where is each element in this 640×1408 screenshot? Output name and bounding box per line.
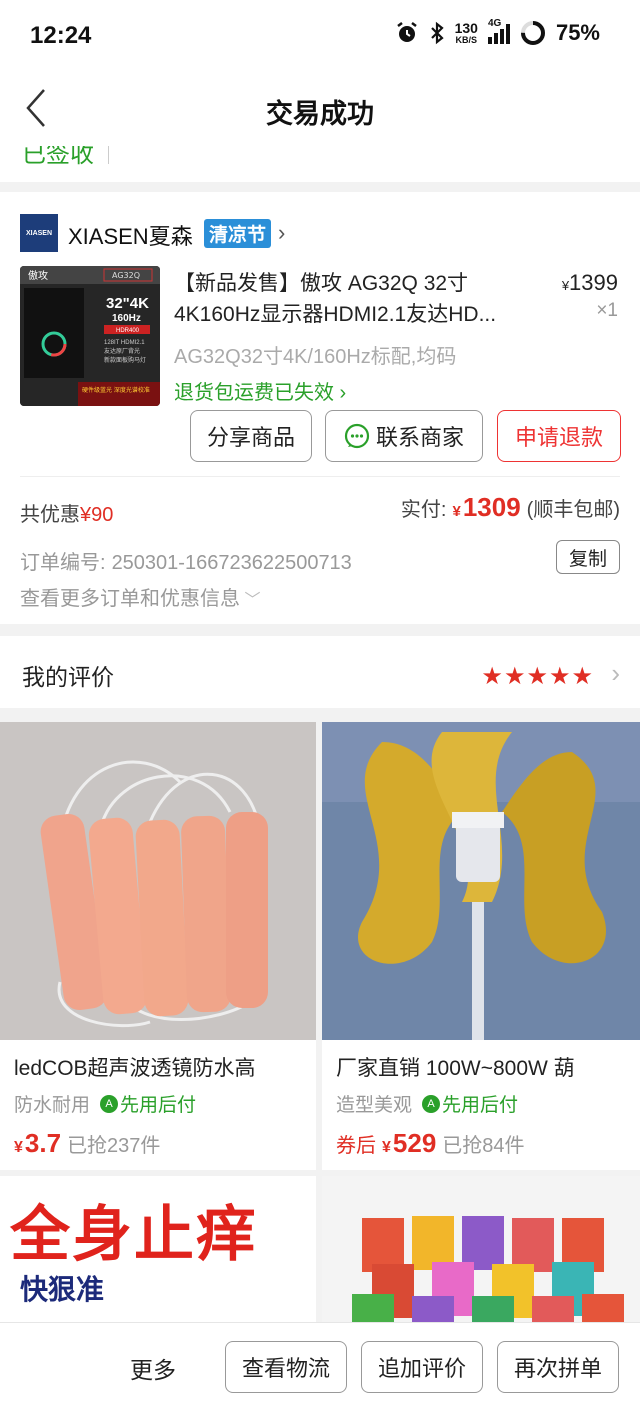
recommend-price: ¥3.7 已抢237件 (14, 1128, 161, 1158)
chat-icon (344, 423, 370, 449)
shop-logo: XIASEN (20, 214, 58, 252)
svg-text:HDR400: HDR400 (116, 328, 140, 334)
order-status-strip: 已签收 (0, 146, 640, 182)
recommend-image (0, 722, 316, 1040)
regroup-button[interactable]: 再次拼单 (497, 1341, 619, 1393)
chevron-right-icon[interactable]: › (278, 220, 285, 246)
recommend-image: 全身止痒 快狠准 (0, 1176, 316, 1322)
promo-subheadline: 快狠准 (20, 1273, 105, 1306)
recommend-image (322, 722, 640, 1040)
battery-ring-icon (520, 21, 545, 45)
network-speed: 130 KB/S (454, 20, 478, 45)
add-review-button[interactable]: 追加评价 (361, 1341, 483, 1393)
bluetooth-icon (430, 21, 444, 45)
share-product-button[interactable]: 分享商品 (190, 410, 312, 462)
contact-seller-button[interactable]: 联系商家 (325, 410, 483, 462)
recommend-card[interactable] (322, 1176, 640, 1322)
shop-name[interactable]: XIASEN夏森 (68, 219, 193, 251)
recommend-title: 厂家直销 100W~800W 葫 (336, 1057, 575, 1080)
more-button[interactable]: 更多 (130, 1351, 176, 1385)
my-review-row[interactable]: 我的评价 ★★★★★ › (0, 636, 640, 708)
product-title[interactable]: 【新品发售】傲攻 AG32Q 32寸4K160Hz显示器HDMI2.1友达HD.… (174, 268, 534, 330)
product-quantity: ×1 (596, 300, 618, 321)
refund-button[interactable]: 申请退款 (497, 410, 621, 462)
return-shipping-note[interactable]: 退货包运费已失效 › (174, 376, 346, 405)
svg-text:傲攻: 傲攻 (28, 269, 48, 282)
nav-bar: 交易成功 (0, 70, 640, 146)
recommend-tags: 防水耐用 A 先用后付 (14, 1094, 197, 1116)
view-logistics-button[interactable]: 查看物流 (225, 1341, 347, 1393)
svg-text:128IT HDMI2.1: 128IT HDMI2.1 (104, 340, 145, 346)
more-order-info-link[interactable]: 查看更多订单和优惠信息 ﹀ (20, 582, 260, 611)
pay-later-icon: A (100, 1094, 119, 1113)
recommend-image (322, 1176, 640, 1322)
chevron-right-icon: › (611, 658, 620, 688)
pay-later-icon: A (422, 1094, 441, 1113)
status-time: 12:24 (30, 22, 92, 49)
recommend-title: ledCOB超声波透镜防水高 (14, 1057, 256, 1080)
divider (108, 146, 109, 164)
recommend-tags: 造型美观 A 先用后付 (336, 1094, 519, 1116)
status-icons: 130 KB/S 4G 75% (395, 18, 600, 46)
monitor-picture: 傲攻 AG32Q 32"4K 160Hz HDR400 128IT HDMI2.… (20, 266, 160, 406)
svg-text:新款面板购马灯: 新款面板购马灯 (104, 356, 146, 364)
shop-promo-badge: 清凉节 (204, 219, 272, 248)
recommend-price: 券后 ¥529 已抢84件 (336, 1128, 525, 1158)
order-status-label: 已签收 (22, 146, 94, 168)
order-card: XIASEN XIASEN夏森 清凉节 › 傲攻 AG32Q 32"4K 160… (0, 192, 640, 624)
recommend-card[interactable]: 全身止痒 快狠准 (0, 1176, 316, 1322)
bottom-action-bar: 更多 查看物流 追加评价 再次拼单 (0, 1322, 640, 1408)
svg-text:AG32Q: AG32Q (112, 271, 140, 280)
product-image[interactable]: 傲攻 AG32Q 32"4K 160Hz HDR400 128IT HDMI2.… (20, 266, 160, 406)
product-price: ¥1399 (561, 270, 618, 295)
promo-headline: 全身止痒 (10, 1200, 258, 1270)
status-bar: 12:24 130 KB/S 4G 75% (0, 0, 640, 70)
recommend-card[interactable]: 厂家直销 100W~800W 葫 造型美观 A 先用后付 券后 ¥529 已抢84件 (322, 722, 640, 1170)
chevron-right-icon: › (334, 382, 347, 404)
battery-percent: 75% (555, 20, 600, 45)
paid-amount: 实付: ¥ 1309 (顺丰包邮) (400, 492, 620, 522)
recommend-card[interactable]: ledCOB超声波透镜防水高 防水耐用 A 先用后付 ¥3.7 已抢237件 (0, 722, 316, 1170)
chevron-down-icon: ﹀ (240, 592, 261, 609)
order-number: 订单编号: 250301-166723622500713 (20, 552, 352, 574)
copy-order-button[interactable]: 复制 (556, 540, 620, 574)
alarm-icon (396, 22, 417, 42)
svg-text:160Hz: 160Hz (112, 313, 141, 324)
discount-total: 共优惠¥90 (20, 504, 114, 526)
signal-icon: 4G (487, 18, 510, 44)
divider (20, 476, 620, 477)
page-title: 交易成功 (266, 99, 374, 129)
svg-text:32"4K: 32"4K (106, 295, 149, 312)
svg-text:硬件级蓝光 深度光谱校准: 硬件级蓝光 深度光谱校准 (82, 386, 150, 394)
product-spec: AG32Q32寸4K/160Hz标配,均码 (174, 346, 457, 368)
review-label: 我的评价 (22, 664, 114, 690)
rating-stars: ★★★★★ (481, 663, 594, 690)
svg-text:友达原厂背光: 友达原厂背光 (104, 347, 140, 355)
